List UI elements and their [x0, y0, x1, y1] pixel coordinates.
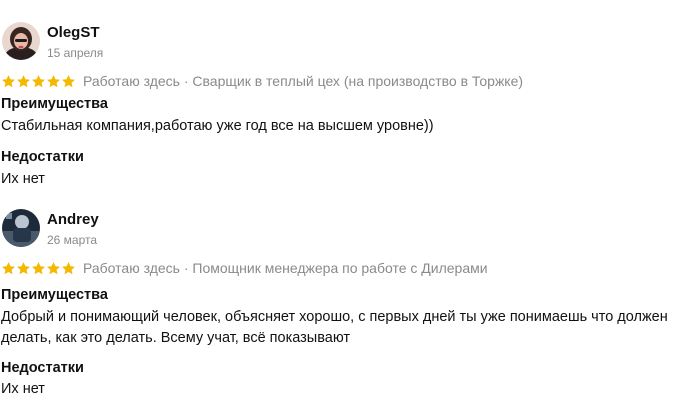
star-icon — [1, 74, 16, 89]
author-name[interactable]: OlegST — [47, 24, 100, 41]
cons-title: Недостатки — [1, 149, 84, 165]
review-card: Andrey 26 марта Работаю здесь · Помощник… — [0, 209, 700, 397]
star-icon — [16, 74, 31, 89]
star-icon — [31, 74, 46, 89]
avatar[interactable] — [2, 22, 40, 60]
pros-text: Стабильная компания,работаю уже год все … — [1, 118, 434, 134]
review-date: 26 марта — [47, 233, 98, 247]
review-header: Andrey 26 марта — [0, 209, 700, 255]
star-icon — [1, 261, 16, 276]
review-header: OlegST 15 апреля — [0, 22, 700, 68]
cons-title: Недостатки — [1, 360, 84, 376]
star-icon — [46, 74, 61, 89]
rating-stars — [1, 74, 76, 89]
cons-text: Их нет — [1, 171, 45, 187]
star-icon — [61, 261, 76, 276]
star-icon — [61, 74, 76, 89]
review-card: OlegST 15 апреля Работаю здесь · Сварщик… — [0, 22, 700, 187]
review-meta: Работаю здесь · Помощник менеджера по ра… — [1, 259, 488, 277]
job-position-text: Работаю здесь · Сварщик в теплый цех (на… — [83, 73, 524, 89]
job-position-text: Работаю здесь · Помощник менеджера по ра… — [83, 260, 488, 276]
rating-stars — [1, 261, 76, 276]
star-icon — [16, 261, 31, 276]
review-date: 15 апреля — [47, 46, 104, 60]
pros-title: Преимущества — [1, 287, 108, 303]
pros-text-line-2: делать, как это делать. Всему учат, всё … — [1, 330, 351, 346]
avatar[interactable] — [2, 209, 40, 247]
cons-text: Их нет — [1, 381, 45, 397]
author-name[interactable]: Andrey — [47, 211, 99, 228]
pros-text-line-1: Добрый и понимающий человек, объясняет х… — [1, 309, 668, 325]
pros-title: Преимущества — [1, 96, 108, 112]
star-icon — [46, 261, 61, 276]
review-meta: Работаю здесь · Сварщик в теплый цех (на… — [1, 72, 523, 90]
star-icon — [31, 261, 46, 276]
